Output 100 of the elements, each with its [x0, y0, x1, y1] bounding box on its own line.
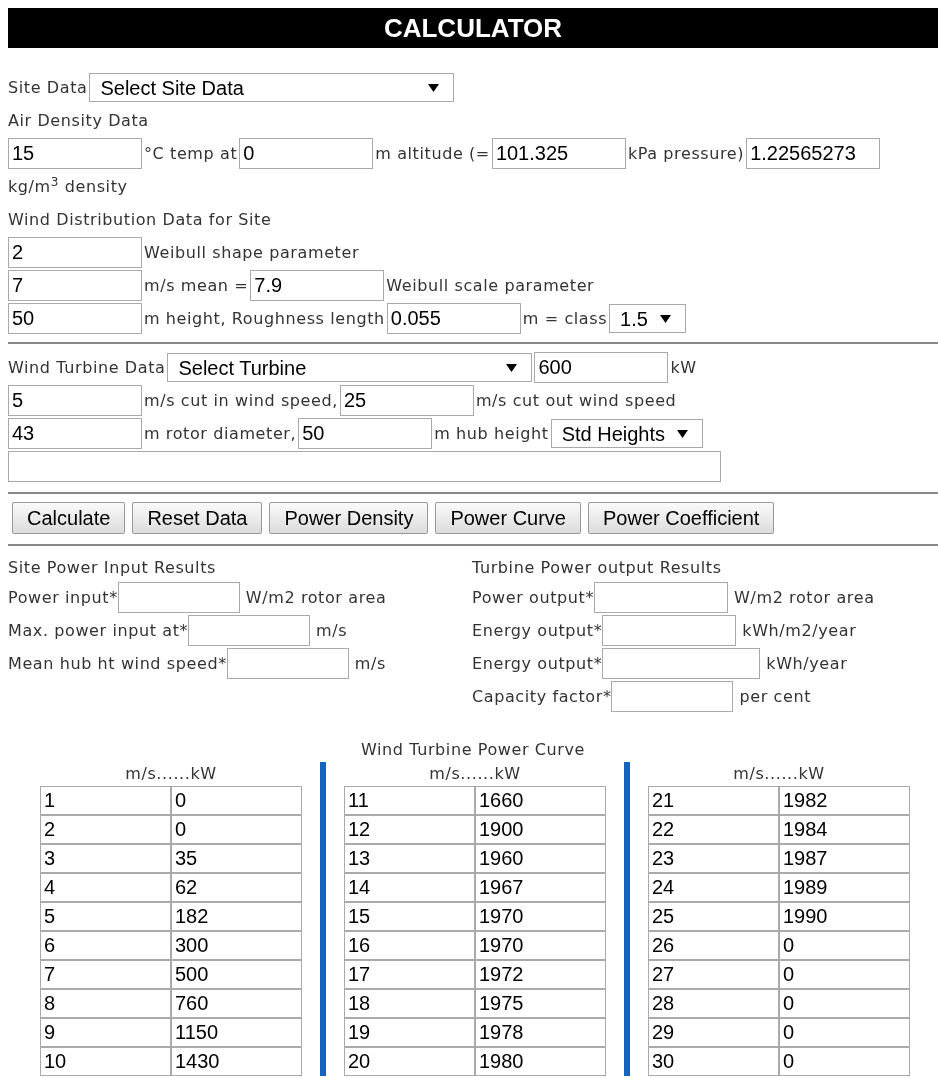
result-field[interactable]	[611, 681, 734, 712]
table-cell: 1975	[475, 989, 606, 1018]
field-label: Weibull scale parameter	[386, 274, 595, 297]
field-label: Weibull shape parameter	[144, 241, 360, 264]
table-title: Wind Turbine Power Curve	[360, 739, 586, 761]
table-cell: 22	[648, 815, 779, 844]
field-label: Site Data	[8, 76, 88, 99]
result-field[interactable]	[226, 648, 349, 679]
input-field[interactable]: 5	[8, 385, 142, 416]
table-cell: 25	[648, 902, 779, 931]
result-label: Max. power input at*	[8, 619, 189, 642]
field-label: kW	[670, 356, 697, 379]
input-field[interactable]: 0	[239, 138, 374, 169]
input-field[interactable]: 600	[534, 352, 669, 383]
unit-label: m/s	[316, 619, 348, 642]
dropdown[interactable]: Select Turbine	[167, 353, 533, 382]
table-cell: 29	[648, 1018, 779, 1047]
dropdown[interactable]: Std Heights	[550, 419, 704, 448]
table-cell: 20	[344, 1047, 475, 1076]
unit-label: per cent	[739, 685, 811, 708]
table-cell: 500	[171, 960, 302, 989]
table-cell: 12	[344, 815, 475, 844]
action-button[interactable]: Power Density	[269, 502, 429, 534]
table-cell: 1	[40, 786, 171, 815]
input-field[interactable]: 43	[8, 418, 142, 449]
table-cell: 26	[648, 931, 779, 960]
table-cell: 62	[171, 873, 302, 902]
input-field[interactable]: 50	[8, 303, 142, 334]
table-cell: 30	[648, 1047, 779, 1076]
field-label: kg/m$^{3}$ density	[8, 174, 128, 198]
caret-icon	[659, 314, 671, 323]
input-field[interactable]: 1.22565273	[746, 138, 881, 169]
table-cell: 1984	[779, 815, 910, 844]
section-title: Turbine Power output Results	[472, 557, 723, 579]
table-cell: 7	[40, 960, 171, 989]
table-cell: 300	[171, 931, 302, 960]
unit-label: W/m2 rotor area	[734, 586, 875, 609]
result-field[interactable]	[188, 615, 311, 646]
table-cell: 0	[779, 1047, 910, 1076]
field-label: m/s mean =	[144, 274, 249, 297]
table-cell: 1980	[475, 1047, 606, 1076]
table-cell: 3	[40, 844, 171, 873]
input-field[interactable]: 25	[339, 385, 474, 416]
result-label: Capacity factor*	[472, 685, 612, 708]
table-cell: 27	[648, 960, 779, 989]
table-cell: 0	[171, 786, 302, 815]
result-field[interactable]	[602, 648, 761, 679]
table-cell: 1972	[475, 960, 606, 989]
caret-icon	[677, 429, 689, 438]
input-field[interactable]: 7	[8, 270, 142, 301]
table-cell: 14	[344, 873, 475, 902]
input-field[interactable]: 2	[8, 237, 142, 268]
table-cell: 17	[344, 960, 475, 989]
table-cell: 1970	[475, 931, 606, 960]
field-label: m rotor diameter,	[144, 422, 297, 445]
input-field[interactable]	[8, 451, 721, 482]
table-cell: 28	[648, 989, 779, 1018]
field-label: m/s cut out wind speed	[475, 389, 677, 412]
field-label: m/s cut in wind speed,	[144, 389, 338, 412]
table-cell: 1990	[779, 902, 910, 931]
table-cell: 1987	[779, 844, 910, 873]
action-button[interactable]: Calculate	[12, 502, 126, 534]
table-cell: 1960	[475, 844, 606, 873]
caret-icon	[428, 83, 440, 92]
input-field[interactable]: 101.325	[491, 138, 626, 169]
field-label: Air Density Data	[8, 109, 149, 132]
dropdown[interactable]: 1.5	[609, 304, 686, 333]
field-label: kPa pressure)	[627, 142, 745, 165]
column-header: m/s......kW	[732, 763, 826, 785]
unit-label: W/m2 rotor area	[245, 586, 387, 609]
dropdown[interactable]: Select Site Data	[89, 73, 455, 102]
field-label: Wind Turbine Data	[8, 356, 166, 379]
unit-label: kWh/year	[766, 652, 848, 675]
table-cell: 15	[344, 902, 475, 931]
action-button[interactable]: Power Coefficient	[588, 502, 775, 534]
result-field[interactable]	[117, 582, 240, 613]
field-label: m altitude (=	[375, 142, 490, 165]
input-field[interactable]: 7.9	[250, 270, 385, 301]
action-button[interactable]: Reset Data	[132, 502, 263, 534]
table-cell: 4	[40, 873, 171, 902]
result-field[interactable]	[602, 615, 737, 646]
table-cell: 1900	[475, 815, 606, 844]
input-field[interactable]: 50	[298, 418, 433, 449]
table-cell: 9	[40, 1018, 171, 1047]
table-cell: 21	[648, 786, 779, 815]
table-cell: 0	[779, 960, 910, 989]
table-cell: 11	[344, 786, 475, 815]
title-bar: CALCULATOR	[8, 8, 938, 48]
table-cell: 1989	[779, 873, 910, 902]
table-cell: 1660	[475, 786, 606, 815]
input-field[interactable]: 0.055	[386, 303, 521, 334]
result-label: Mean hub ht wind speed*	[8, 652, 227, 675]
action-button[interactable]: Power Curve	[435, 502, 581, 534]
table-cell: 1150	[171, 1018, 302, 1047]
result-field[interactable]	[594, 582, 729, 613]
field-label: m hub height	[434, 422, 549, 445]
table-cell: 8	[40, 989, 171, 1018]
input-field[interactable]: 15	[8, 138, 142, 169]
table-cell: 0	[779, 989, 910, 1018]
table-cell: 13	[344, 844, 475, 873]
